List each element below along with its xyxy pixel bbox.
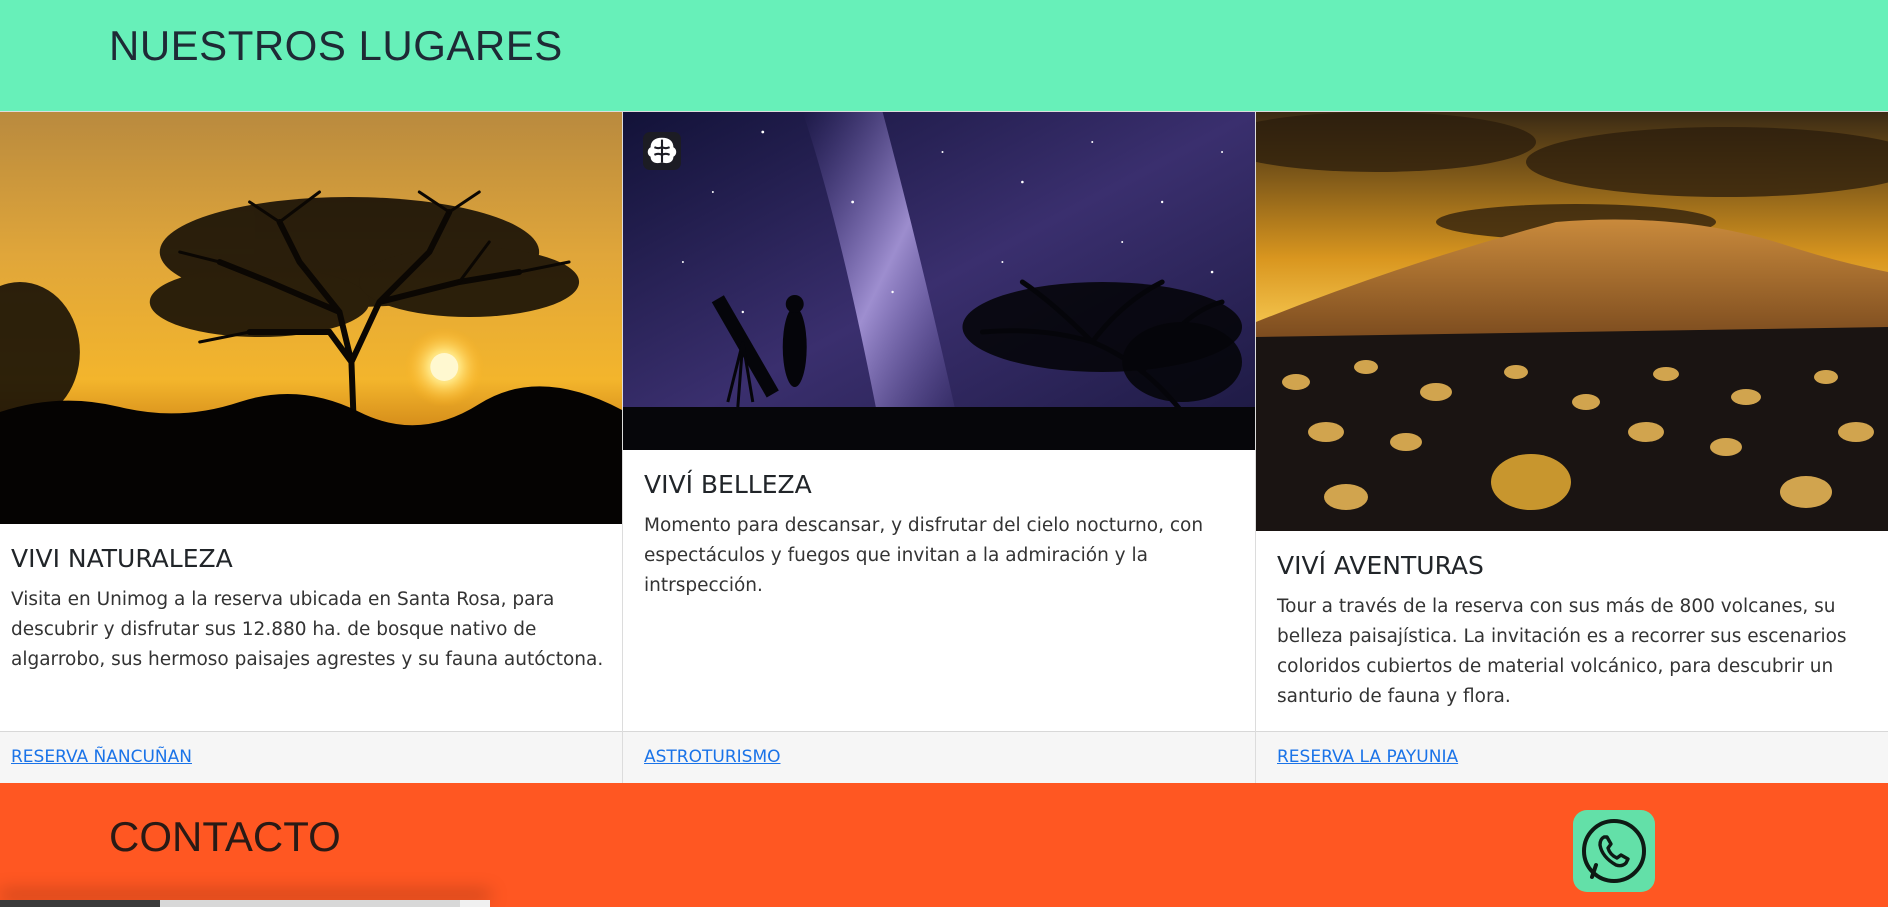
card-image-sunset xyxy=(0,112,622,524)
card-footer: ASTROTURISMO xyxy=(623,731,1255,783)
card-footer: RESERVA ÑANCUÑAN xyxy=(0,731,622,783)
card-title: VIVÍ AVENTURAS xyxy=(1277,551,1484,580)
contact-title: CONTACTO xyxy=(109,813,341,860)
card-image-night-sky xyxy=(623,112,1255,450)
card-title: VIVÍ BELLEZA xyxy=(644,470,812,499)
reserva-la-payunia-link[interactable]: RESERVA LA PAYUNIA xyxy=(1277,747,1458,767)
card-naturaleza: VIVI NATURALEZA Visita en Unimog a la re… xyxy=(0,111,623,783)
card-footer: RESERVA LA PAYUNIA xyxy=(1256,731,1888,783)
contact-section: CONTACTO xyxy=(0,783,1888,907)
places-header: NUESTROS LUGARES xyxy=(0,0,1888,111)
card-title: VIVI NATURALEZA xyxy=(11,544,233,573)
card-image-volcanic xyxy=(1256,112,1888,531)
card-text: Tour a través de la reserva con sus más … xyxy=(1277,596,1847,707)
card-text: Visita en Unimog a la reserva ubicada en… xyxy=(11,589,604,670)
bottom-preview-strip xyxy=(0,900,490,907)
card-group: VIVI NATURALEZA Visita en Unimog a la re… xyxy=(0,111,1888,783)
card-text: Momento para descansar, y disfrutar del … xyxy=(644,515,1204,596)
card-belleza: VIVÍ BELLEZA Momento para descansar, y d… xyxy=(623,111,1256,783)
reserva-nancunan-link[interactable]: RESERVA ÑANCUÑAN xyxy=(11,747,192,767)
card-aventuras: VIVÍ AVENTURAS Tour a través de la reser… xyxy=(1256,111,1888,783)
brain-icon[interactable] xyxy=(643,132,681,170)
section-title: NUESTROS LUGARES xyxy=(109,22,563,69)
whatsapp-icon[interactable] xyxy=(1573,810,1655,892)
astroturismo-link[interactable]: ASTROTURISMO xyxy=(644,747,781,767)
